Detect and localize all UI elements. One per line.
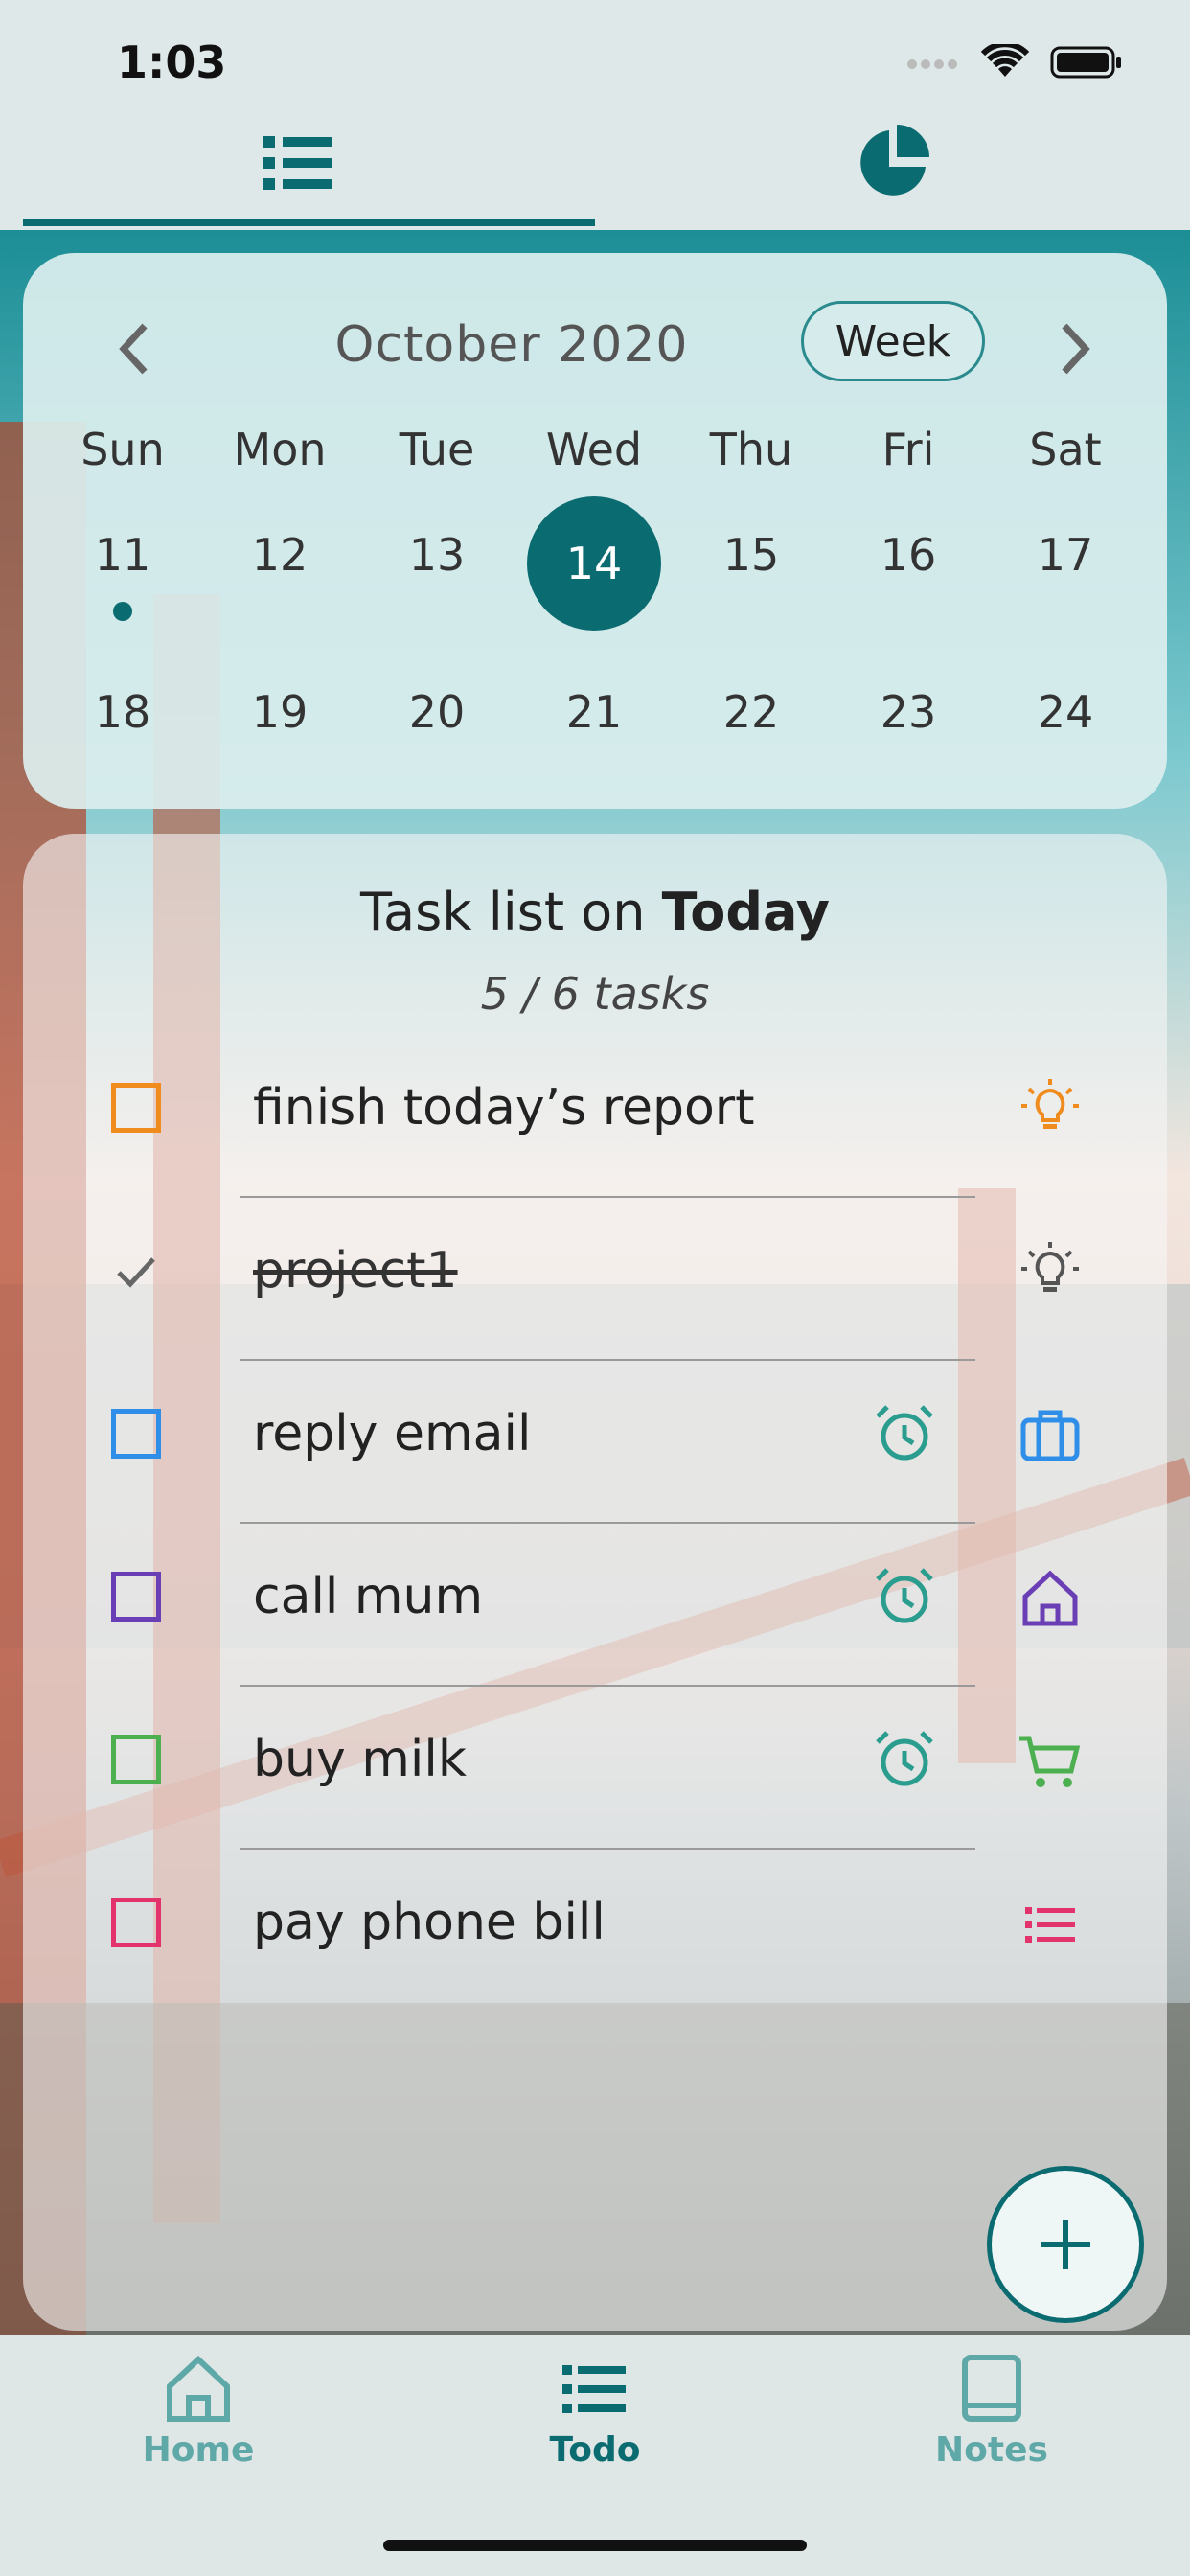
nav-todo-label: Todo: [549, 2430, 641, 2470]
task-divider: [240, 1848, 975, 1850]
task-title-day: Today: [661, 882, 831, 942]
day-cell[interactable]: 24: [987, 686, 1144, 738]
task-checkbox[interactable]: [111, 1409, 161, 1459]
task-row[interactable]: call mum: [23, 1526, 1167, 1689]
week-row: 11 12 13 14 15 16 17: [23, 496, 1167, 631]
task-row[interactable]: project1: [23, 1200, 1167, 1363]
tab-task-list[interactable]: [0, 105, 595, 220]
task-checkbox[interactable]: [111, 1735, 161, 1784]
add-task-button[interactable]: [987, 2166, 1144, 2323]
task-checkbox[interactable]: [111, 1898, 161, 1947]
prev-month-button[interactable]: [100, 310, 167, 387]
status-icons: [906, 44, 1123, 80]
event-dot: [113, 602, 132, 621]
calendar-card: October 2020 Week Sun Mon Tue Wed Thu Fr…: [23, 253, 1167, 809]
calendar-month-title: October 2020: [334, 316, 689, 374]
task-divider: [240, 1522, 975, 1524]
lightbulb-icon[interactable]: [1016, 1075, 1085, 1144]
task-row[interactable]: finish today’s report: [23, 1037, 1167, 1200]
task-list-title: Task list on Today: [23, 882, 1167, 942]
lightbulb-icon[interactable]: [1016, 1238, 1085, 1307]
cart-icon[interactable]: [1016, 1727, 1085, 1796]
task-divider: [240, 1359, 975, 1361]
next-month-button[interactable]: [1042, 310, 1110, 387]
week-row: 18 19 20 21 22 23 24: [23, 686, 1167, 763]
day-cell[interactable]: 11: [44, 529, 201, 581]
alarm-clock-icon[interactable]: [872, 1727, 937, 1792]
task-label: finish today’s report: [253, 1079, 755, 1137]
day-cell[interactable]: 13: [358, 529, 515, 581]
chevron-right-icon: [1062, 323, 1090, 375]
house-icon[interactable]: [1016, 1564, 1085, 1633]
day-cell[interactable]: 18: [44, 686, 201, 738]
weekday-label: Sat: [1029, 424, 1102, 475]
task-row[interactable]: reply email: [23, 1363, 1167, 1526]
task-label: buy milk: [253, 1731, 467, 1788]
nav-notes[interactable]: Notes: [793, 2352, 1190, 2486]
nav-notes-label: Notes: [935, 2430, 1048, 2470]
weekday-label: Fri: [881, 424, 935, 475]
status-time: 1:03: [117, 36, 227, 88]
top-bar: 1:03: [0, 0, 1190, 230]
list-icon: [562, 2365, 626, 2413]
task-checkbox[interactable]: [111, 1572, 161, 1622]
briefcase-icon[interactable]: [1016, 1401, 1085, 1470]
weekday-label: Tue: [399, 424, 475, 475]
day-cell[interactable]: 15: [673, 529, 830, 581]
task-label: pay phone bill: [253, 1894, 606, 1951]
list-icon[interactable]: [1016, 1890, 1085, 1959]
battery-icon: [1050, 46, 1121, 79]
day-cell[interactable]: 22: [673, 686, 830, 738]
alarm-clock-icon[interactable]: [872, 1564, 937, 1629]
day-cell[interactable]: 23: [830, 686, 987, 738]
nav-home[interactable]: Home: [0, 2352, 397, 2486]
task-label: call mum: [253, 1568, 484, 1625]
check-icon[interactable]: [111, 1246, 161, 1296]
alarm-clock-icon[interactable]: [872, 1401, 937, 1466]
weekday-label: Sun: [80, 424, 165, 475]
task-row[interactable]: buy milk: [23, 1689, 1167, 1852]
day-cell[interactable]: 17: [987, 529, 1144, 581]
home-icon: [167, 2355, 230, 2422]
signal-icon: [907, 59, 957, 69]
pie-chart-icon: [859, 125, 929, 196]
selected-day-cell[interactable]: 14: [527, 496, 661, 631]
day-cell[interactable]: 12: [201, 529, 358, 581]
task-label: reply email: [253, 1405, 532, 1462]
task-label: project1: [253, 1242, 458, 1300]
home-indicator[interactable]: [383, 2540, 807, 2551]
task-row[interactable]: pay phone bill: [23, 1852, 1167, 2014]
nav-home-label: Home: [142, 2430, 255, 2470]
list-icon: [263, 136, 332, 190]
nav-todo[interactable]: Todo: [397, 2352, 793, 2486]
weekday-label: Thu: [709, 424, 793, 475]
task-divider: [240, 1685, 975, 1687]
weekday-label: Wed: [545, 424, 643, 475]
wifi-icon: [981, 44, 1029, 77]
day-cell[interactable]: 21: [515, 686, 673, 738]
weekday-header-row: Sun Mon Tue Wed Thu Fri Sat: [23, 424, 1167, 500]
tab-statistics[interactable]: [595, 105, 1190, 220]
task-divider: [240, 1196, 975, 1198]
task-list-card: Task list on Today 5 / 6 tasks finish to…: [23, 834, 1167, 2331]
book-icon: [962, 2355, 1021, 2422]
task-checkbox[interactable]: [111, 1083, 161, 1133]
plus-icon: [1041, 2220, 1090, 2269]
tab-indicator: [23, 218, 595, 226]
day-cell[interactable]: 16: [830, 529, 987, 581]
task-count: 5 / 6 tasks: [480, 968, 710, 1020]
week-view-button[interactable]: Week: [801, 301, 985, 381]
day-cell[interactable]: 20: [358, 686, 515, 738]
task-title-prefix: Task list on: [359, 882, 662, 942]
day-cell[interactable]: 19: [201, 686, 358, 738]
chevron-left-icon: [119, 323, 148, 375]
weekday-label: Mon: [233, 424, 327, 475]
